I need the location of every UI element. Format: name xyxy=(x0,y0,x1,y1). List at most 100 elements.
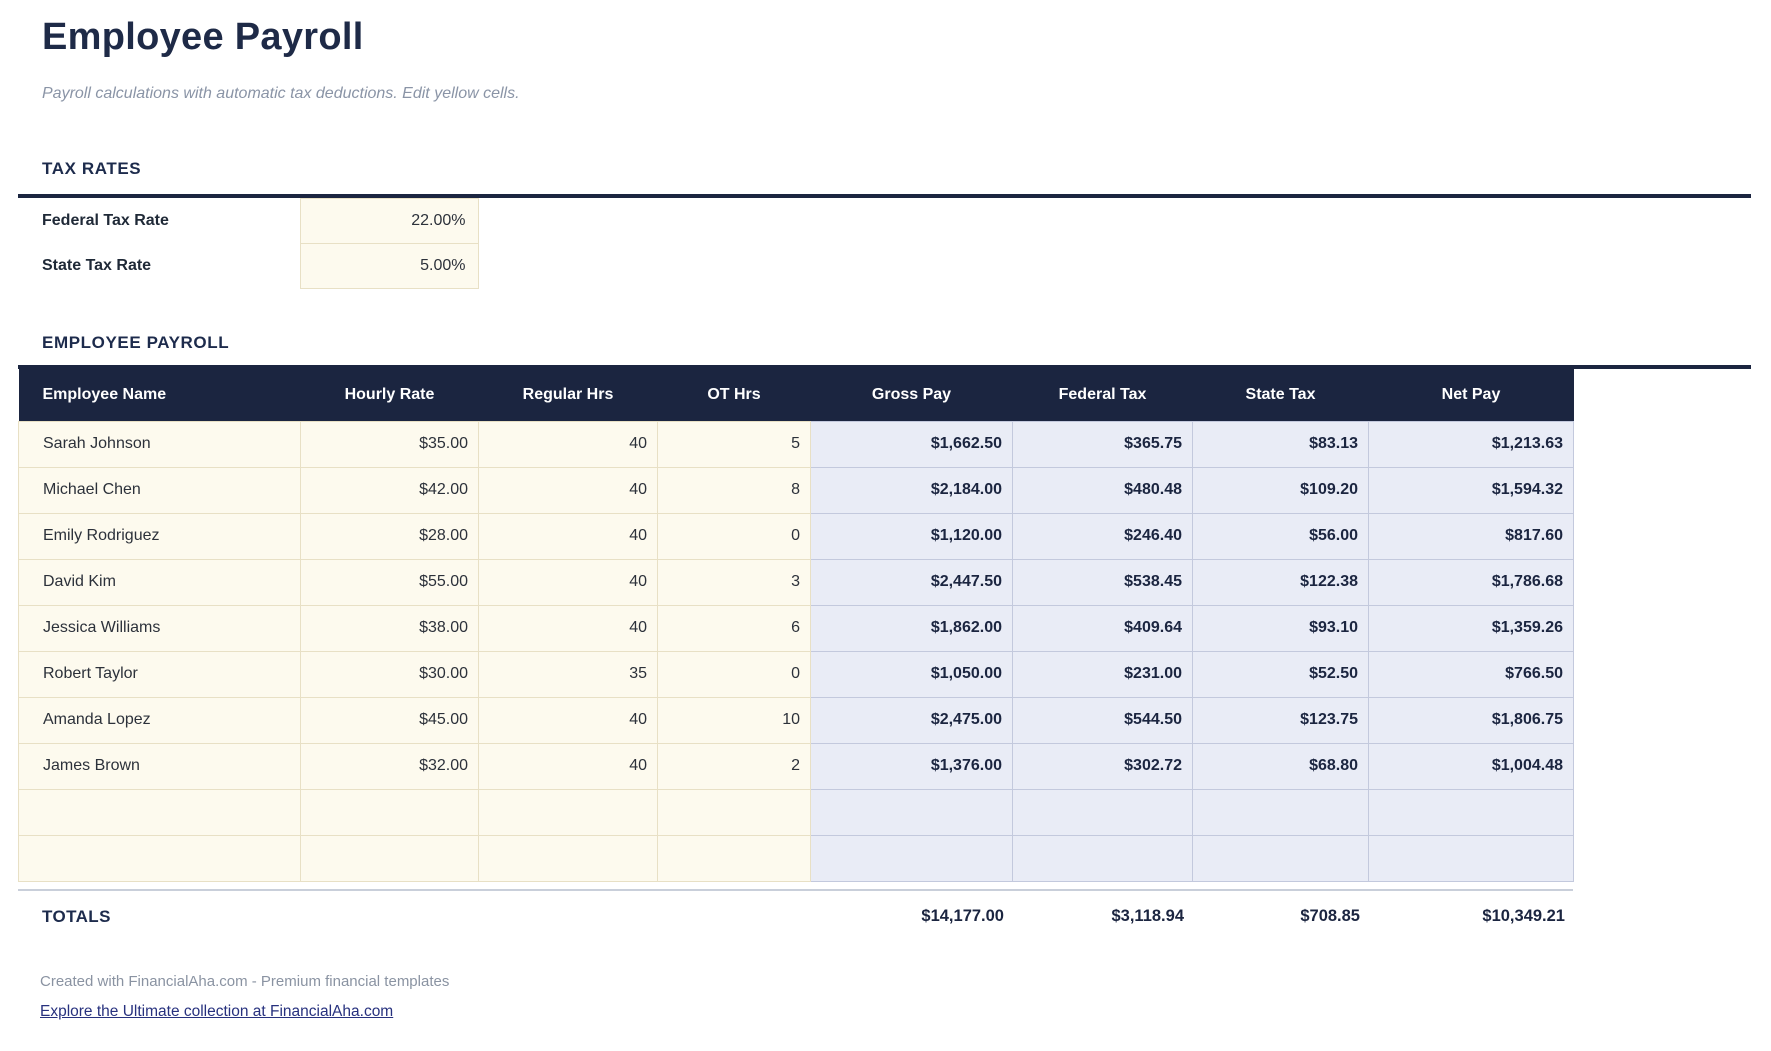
cell-regular-hrs[interactable]: 40 xyxy=(479,421,658,467)
totals-separator xyxy=(18,889,1573,891)
cell-name[interactable]: Amanda Lopez xyxy=(19,697,301,743)
cell-name[interactable] xyxy=(19,835,301,881)
totals-spacer xyxy=(478,897,657,937)
tax-rate-input-cell[interactable]: 22.00% xyxy=(300,199,478,244)
totals-state-tax: $708.85 xyxy=(1192,897,1368,937)
cell-name[interactable]: Sarah Johnson xyxy=(19,421,301,467)
cell-hourly-rate[interactable]: $35.00 xyxy=(301,421,479,467)
table-row: Jessica Williams$38.00406$1,862.00$409.6… xyxy=(19,605,1574,651)
cell-regular-hrs[interactable] xyxy=(479,789,658,835)
cell-ot-hrs[interactable]: 5 xyxy=(658,421,811,467)
totals-label: TOTALS xyxy=(18,897,300,937)
table-row: Amanda Lopez$45.004010$2,475.00$544.50$1… xyxy=(19,697,1574,743)
cell-name[interactable]: Jessica Williams xyxy=(19,605,301,651)
page-title: Employee Payroll xyxy=(42,14,1751,60)
employee-payroll-heading: EMPLOYEE PAYROLL xyxy=(42,333,1751,353)
footer-link[interactable]: Explore the Ultimate collection at Finan… xyxy=(40,1003,393,1021)
column-header-net-pay: Net Pay xyxy=(1369,369,1574,421)
cell-hourly-rate[interactable]: $30.00 xyxy=(301,651,479,697)
cell-state-tax: $83.13 xyxy=(1193,421,1369,467)
cell-regular-hrs[interactable]: 40 xyxy=(479,697,658,743)
cell-ot-hrs[interactable]: 2 xyxy=(658,743,811,789)
cell-state-tax: $68.80 xyxy=(1193,743,1369,789)
cell-ot-hrs[interactable]: 0 xyxy=(658,651,811,697)
cell-hourly-rate[interactable] xyxy=(301,789,479,835)
footer-credit: Created with FinancialAha.com - Premium … xyxy=(40,973,1751,990)
totals-spacer xyxy=(657,897,810,937)
cell-net-pay xyxy=(1369,835,1574,881)
cell-ot-hrs[interactable]: 3 xyxy=(658,559,811,605)
cell-gross-pay: $1,376.00 xyxy=(811,743,1013,789)
cell-net-pay: $1,806.75 xyxy=(1369,697,1574,743)
column-header-ot-hrs: OT Hrs xyxy=(658,369,811,421)
tax-rate-input-cell[interactable]: 5.00% xyxy=(300,244,478,289)
cell-federal-tax: $246.40 xyxy=(1013,513,1193,559)
cell-gross-pay: $1,662.50 xyxy=(811,421,1013,467)
tax-rates-table: Federal Tax Rate22.00%State Tax Rate5.00… xyxy=(18,198,479,289)
column-header-regular-hrs: Regular Hrs xyxy=(479,369,658,421)
cell-hourly-rate[interactable]: $38.00 xyxy=(301,605,479,651)
cell-name[interactable] xyxy=(19,789,301,835)
cell-gross-pay: $2,184.00 xyxy=(811,467,1013,513)
cell-net-pay: $817.60 xyxy=(1369,513,1574,559)
totals-row: TOTALS $14,177.00 $3,118.94 $708.85 $10,… xyxy=(18,897,1573,937)
cell-gross-pay xyxy=(811,789,1013,835)
column-header-federal-tax: Federal Tax xyxy=(1013,369,1193,421)
cell-ot-hrs[interactable]: 10 xyxy=(658,697,811,743)
table-header-row: Employee NameHourly RateRegular HrsOT Hr… xyxy=(19,369,1574,421)
column-header-hourly-rate: Hourly Rate xyxy=(301,369,479,421)
cell-regular-hrs[interactable] xyxy=(479,835,658,881)
cell-gross-pay: $2,475.00 xyxy=(811,697,1013,743)
cell-hourly-rate[interactable]: $32.00 xyxy=(301,743,479,789)
table-row: Emily Rodriguez$28.00400$1,120.00$246.40… xyxy=(19,513,1574,559)
cell-name[interactable]: Robert Taylor xyxy=(19,651,301,697)
column-header-gross-pay: Gross Pay xyxy=(811,369,1013,421)
cell-gross-pay: $2,447.50 xyxy=(811,559,1013,605)
payroll-table: Employee NameHourly RateRegular HrsOT Hr… xyxy=(18,369,1574,882)
cell-regular-hrs[interactable]: 40 xyxy=(479,743,658,789)
cell-federal-tax xyxy=(1013,835,1193,881)
table-row: David Kim$55.00403$2,447.50$538.45$122.3… xyxy=(19,559,1574,605)
cell-state-tax: $109.20 xyxy=(1193,467,1369,513)
totals-federal-tax: $3,118.94 xyxy=(1012,897,1192,937)
cell-regular-hrs[interactable]: 40 xyxy=(479,467,658,513)
cell-gross-pay: $1,050.00 xyxy=(811,651,1013,697)
cell-name[interactable]: David Kim xyxy=(19,559,301,605)
cell-regular-hrs[interactable]: 40 xyxy=(479,559,658,605)
totals-net-pay: $10,349.21 xyxy=(1368,897,1573,937)
cell-federal-tax: $365.75 xyxy=(1013,421,1193,467)
cell-federal-tax: $480.48 xyxy=(1013,467,1193,513)
table-row: Sarah Johnson$35.00405$1,662.50$365.75$8… xyxy=(19,421,1574,467)
column-header-state-tax: State Tax xyxy=(1193,369,1369,421)
tax-rate-label: State Tax Rate xyxy=(18,244,300,289)
cell-net-pay: $1,213.63 xyxy=(1369,421,1574,467)
cell-name[interactable]: Michael Chen xyxy=(19,467,301,513)
table-row: Michael Chen$42.00408$2,184.00$480.48$10… xyxy=(19,467,1574,513)
empty-table-row xyxy=(19,835,1574,881)
cell-regular-hrs[interactable]: 35 xyxy=(479,651,658,697)
cell-state-tax xyxy=(1193,789,1369,835)
cell-ot-hrs[interactable]: 0 xyxy=(658,513,811,559)
cell-hourly-rate[interactable] xyxy=(301,835,479,881)
cell-ot-hrs[interactable]: 8 xyxy=(658,467,811,513)
totals-table: TOTALS $14,177.00 $3,118.94 $708.85 $10,… xyxy=(18,897,1573,937)
cell-gross-pay: $1,862.00 xyxy=(811,605,1013,651)
cell-hourly-rate[interactable]: $42.00 xyxy=(301,467,479,513)
totals-gross-pay: $14,177.00 xyxy=(810,897,1012,937)
cell-ot-hrs[interactable] xyxy=(658,789,811,835)
cell-ot-hrs[interactable]: 6 xyxy=(658,605,811,651)
cell-hourly-rate[interactable]: $28.00 xyxy=(301,513,479,559)
cell-net-pay: $1,786.68 xyxy=(1369,559,1574,605)
cell-regular-hrs[interactable]: 40 xyxy=(479,513,658,559)
cell-net-pay: $766.50 xyxy=(1369,651,1574,697)
cell-regular-hrs[interactable]: 40 xyxy=(479,605,658,651)
tax-rates-section: Federal Tax Rate22.00%State Tax Rate5.00… xyxy=(18,194,1751,289)
cell-name[interactable]: Emily Rodriguez xyxy=(19,513,301,559)
cell-ot-hrs[interactable] xyxy=(658,835,811,881)
tax-rate-row: Federal Tax Rate22.00% xyxy=(18,199,478,244)
cell-hourly-rate[interactable]: $45.00 xyxy=(301,697,479,743)
payroll-document: Employee Payroll Payroll calculations wi… xyxy=(0,0,1771,1051)
cell-name[interactable]: James Brown xyxy=(19,743,301,789)
table-row: Robert Taylor$30.00350$1,050.00$231.00$5… xyxy=(19,651,1574,697)
cell-hourly-rate[interactable]: $55.00 xyxy=(301,559,479,605)
